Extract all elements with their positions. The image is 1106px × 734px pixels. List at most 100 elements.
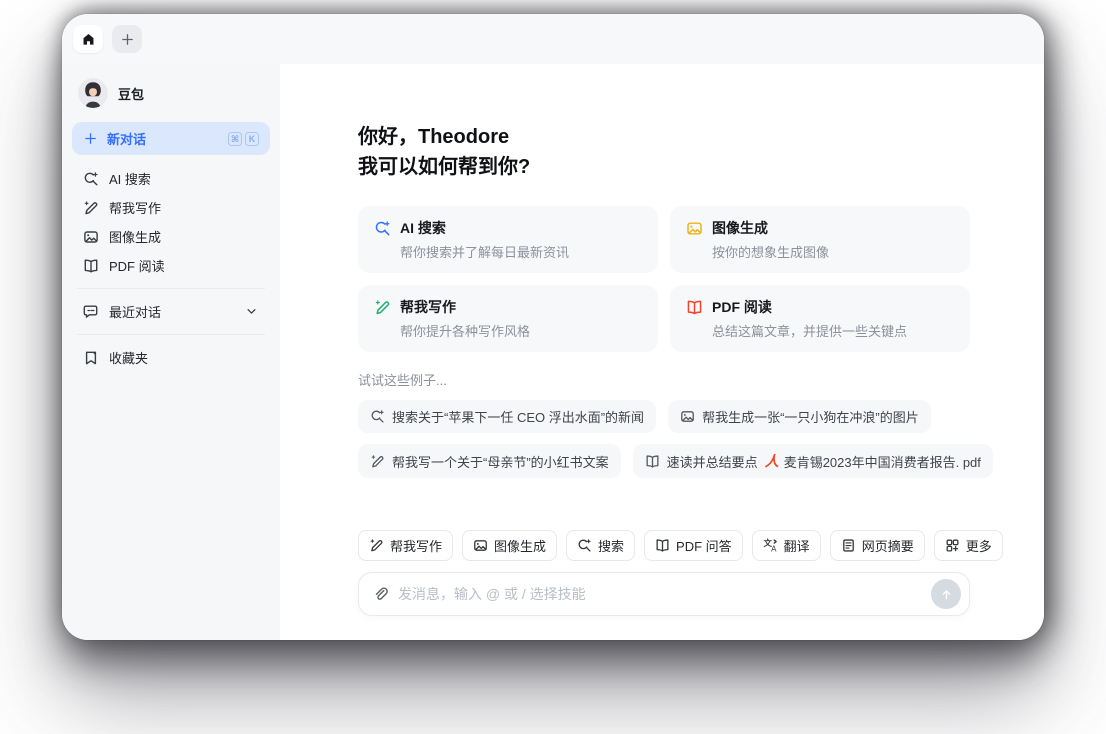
skill-label: 帮我写作 — [390, 539, 443, 554]
profile-name: 豆包 — [118, 86, 145, 102]
search-icon — [370, 409, 385, 424]
main-content: 你好，Theodore 我可以如何帮到你? AI 搜索 帮你搜索并了解每日最新资… — [358, 64, 993, 478]
chip-label: 速读并总结要点 — [666, 454, 758, 470]
profile-row[interactable]: 豆包 — [72, 76, 270, 122]
book-icon — [645, 454, 660, 469]
new-chat-button[interactable]: 新对话 ⌘ K — [72, 122, 270, 155]
image-icon — [680, 409, 695, 424]
skill-image-gen[interactable]: 图像生成 — [462, 530, 558, 561]
sidebar-item-label: 图像生成 — [109, 230, 162, 245]
new-tab-button[interactable] — [112, 25, 142, 53]
send-button[interactable] — [931, 579, 961, 609]
skill-label: 网页摘要 — [861, 539, 914, 554]
image-icon — [83, 229, 99, 245]
shortcut-badge: ⌘ K — [228, 131, 259, 146]
sidebar-item-label: 最近对话 — [109, 305, 162, 320]
ai-search-icon — [83, 171, 99, 187]
page-icon — [841, 538, 856, 553]
grid-more-icon — [945, 538, 960, 553]
card-desc: 总结这篇文章，并提供一些关键点 — [712, 324, 908, 339]
sidebar-item-label: 帮我写作 — [109, 201, 162, 216]
book-icon — [83, 258, 99, 274]
chip-label: 帮我生成一张“一只小狗在冲浪”的图片 — [702, 410, 919, 425]
search-icon — [374, 220, 391, 237]
tab-home[interactable] — [73, 25, 103, 53]
card-ai-search[interactable]: AI 搜索 帮你搜索并了解每日最新资讯 — [358, 206, 658, 273]
card-desc: 帮你提升各种写作风格 — [400, 324, 531, 339]
image-icon — [473, 538, 488, 553]
write-icon — [369, 538, 384, 553]
skill-web-summary[interactable]: 网页摘要 — [829, 530, 925, 561]
card-title: AI 搜索 — [400, 220, 446, 236]
chevron-down-icon[interactable] — [244, 304, 259, 319]
avatar — [78, 78, 108, 108]
card-head: 图像生成 — [686, 218, 954, 238]
window-body: 豆包 新对话 ⌘ K AI 搜索 帮我写作 图像生成 PDF 阅读 最近对话 收… — [62, 64, 1044, 640]
write-icon — [83, 200, 99, 216]
desktop-background: { "app": { "accent_color": "#3370ff", "c… — [0, 0, 1106, 734]
skill-label: 图像生成 — [494, 539, 547, 554]
app-window: 豆包 新对话 ⌘ K AI 搜索 帮我写作 图像生成 PDF 阅读 最近对话 收… — [62, 14, 1044, 640]
attachment-name: 麦肯锡2023年中国消费者报告. pdf — [783, 454, 981, 470]
sidebar-divider — [77, 334, 265, 335]
sidebar-item-pdf-read[interactable]: PDF 阅读 — [72, 251, 270, 280]
sidebar-item-recent-chats[interactable]: 最近对话 — [72, 297, 270, 326]
image-icon — [686, 220, 703, 237]
plus-icon — [120, 32, 135, 47]
feature-cards: AI 搜索 帮你搜索并了解每日最新资讯 图像生成 按你的想象生成图像 帮我写作 … — [358, 206, 970, 352]
example-chip-summarize-pdf[interactable]: 速读并总结要点 人 麦肯锡2023年中国消费者报告. pdf — [632, 444, 993, 478]
sidebar-item-label: 收藏夹 — [109, 351, 149, 366]
card-image-gen[interactable]: 图像生成 按你的想象生成图像 — [670, 206, 970, 273]
sidebar-item-image-gen[interactable]: 图像生成 — [72, 222, 270, 251]
plus-icon — [83, 131, 98, 146]
card-head: AI 搜索 — [374, 218, 642, 238]
main-area: 你好，Theodore 我可以如何帮到你? AI 搜索 帮你搜索并了解每日最新资… — [280, 64, 1044, 640]
example-chip-row: 帮我写一个关于“母亲节”的小红书文案 速读并总结要点 人 麦肯锡2023年中国消… — [358, 444, 993, 478]
card-write[interactable]: 帮我写作 帮你提升各种写作风格 — [358, 285, 658, 352]
skill-label: 更多 — [965, 539, 992, 554]
home-icon — [81, 32, 96, 47]
example-chip-write-post[interactable]: 帮我写一个关于“母亲节”的小红书文案 — [358, 444, 621, 478]
example-chip-generate-image[interactable]: 帮我生成一张“一只小狗在冲浪”的图片 — [668, 400, 931, 433]
write-icon — [374, 299, 391, 316]
card-title: PDF 阅读 — [712, 299, 772, 315]
message-input[interactable] — [398, 586, 921, 602]
example-chip-search-news[interactable]: 搜索关于“苹果下一任 CEO 浮出水面”的新闻 — [358, 400, 657, 433]
card-pdf-read[interactable]: PDF 阅读 总结这篇文章，并提供一些关键点 — [670, 285, 970, 352]
book-icon — [686, 299, 703, 316]
card-head: 帮我写作 — [374, 297, 642, 317]
arrow-up-icon — [939, 587, 954, 602]
tab-bar — [62, 14, 1044, 64]
sidebar-item-favorites[interactable]: 收藏夹 — [72, 343, 270, 372]
k-key: K — [245, 131, 259, 146]
sidebar-item-write[interactable]: 帮我写作 — [72, 193, 270, 222]
bookmark-icon — [83, 350, 99, 366]
example-chip-row: 搜索关于“苹果下一任 CEO 浮出水面”的新闻 帮我生成一张“一只小狗在冲浪”的… — [358, 400, 970, 433]
skill-write[interactable]: 帮我写作 — [358, 530, 454, 561]
card-title: 帮我写作 — [400, 299, 456, 315]
card-desc: 按你的想象生成图像 — [712, 245, 830, 260]
sidebar-item-ai-search[interactable]: AI 搜索 — [72, 164, 270, 193]
sidebar-item-label: PDF 阅读 — [109, 259, 165, 274]
pdf-attachment: 人 麦肯锡2023年中国消费者报告. pdf — [765, 451, 981, 471]
paperclip-icon[interactable] — [372, 586, 388, 602]
pdf-file-icon: 人 — [764, 453, 779, 469]
skill-search[interactable]: 搜索 — [566, 530, 636, 561]
skill-label: PDF 问答 — [676, 539, 732, 554]
greeting-line2: 我可以如何帮到你? — [358, 156, 531, 178]
chip-label: 搜索关于“苹果下一任 CEO 浮出水面”的新闻 — [392, 410, 645, 425]
card-title: 图像生成 — [712, 220, 768, 236]
skill-translate[interactable]: 文A 翻译 — [751, 530, 821, 561]
new-chat-label: 新对话 — [107, 132, 147, 147]
translate-icon: 文A — [763, 538, 778, 553]
cmd-key: ⌘ — [228, 131, 242, 146]
skill-more[interactable]: 更多 — [933, 530, 1003, 561]
sidebar-divider — [77, 288, 265, 289]
examples-label: 试试这些例子... — [358, 373, 447, 388]
book-icon — [655, 538, 670, 553]
card-head: PDF 阅读 — [686, 297, 954, 317]
write-icon — [370, 454, 385, 469]
skill-pdf-qa[interactable]: PDF 问答 — [644, 530, 743, 561]
skill-label: 翻译 — [783, 539, 810, 554]
